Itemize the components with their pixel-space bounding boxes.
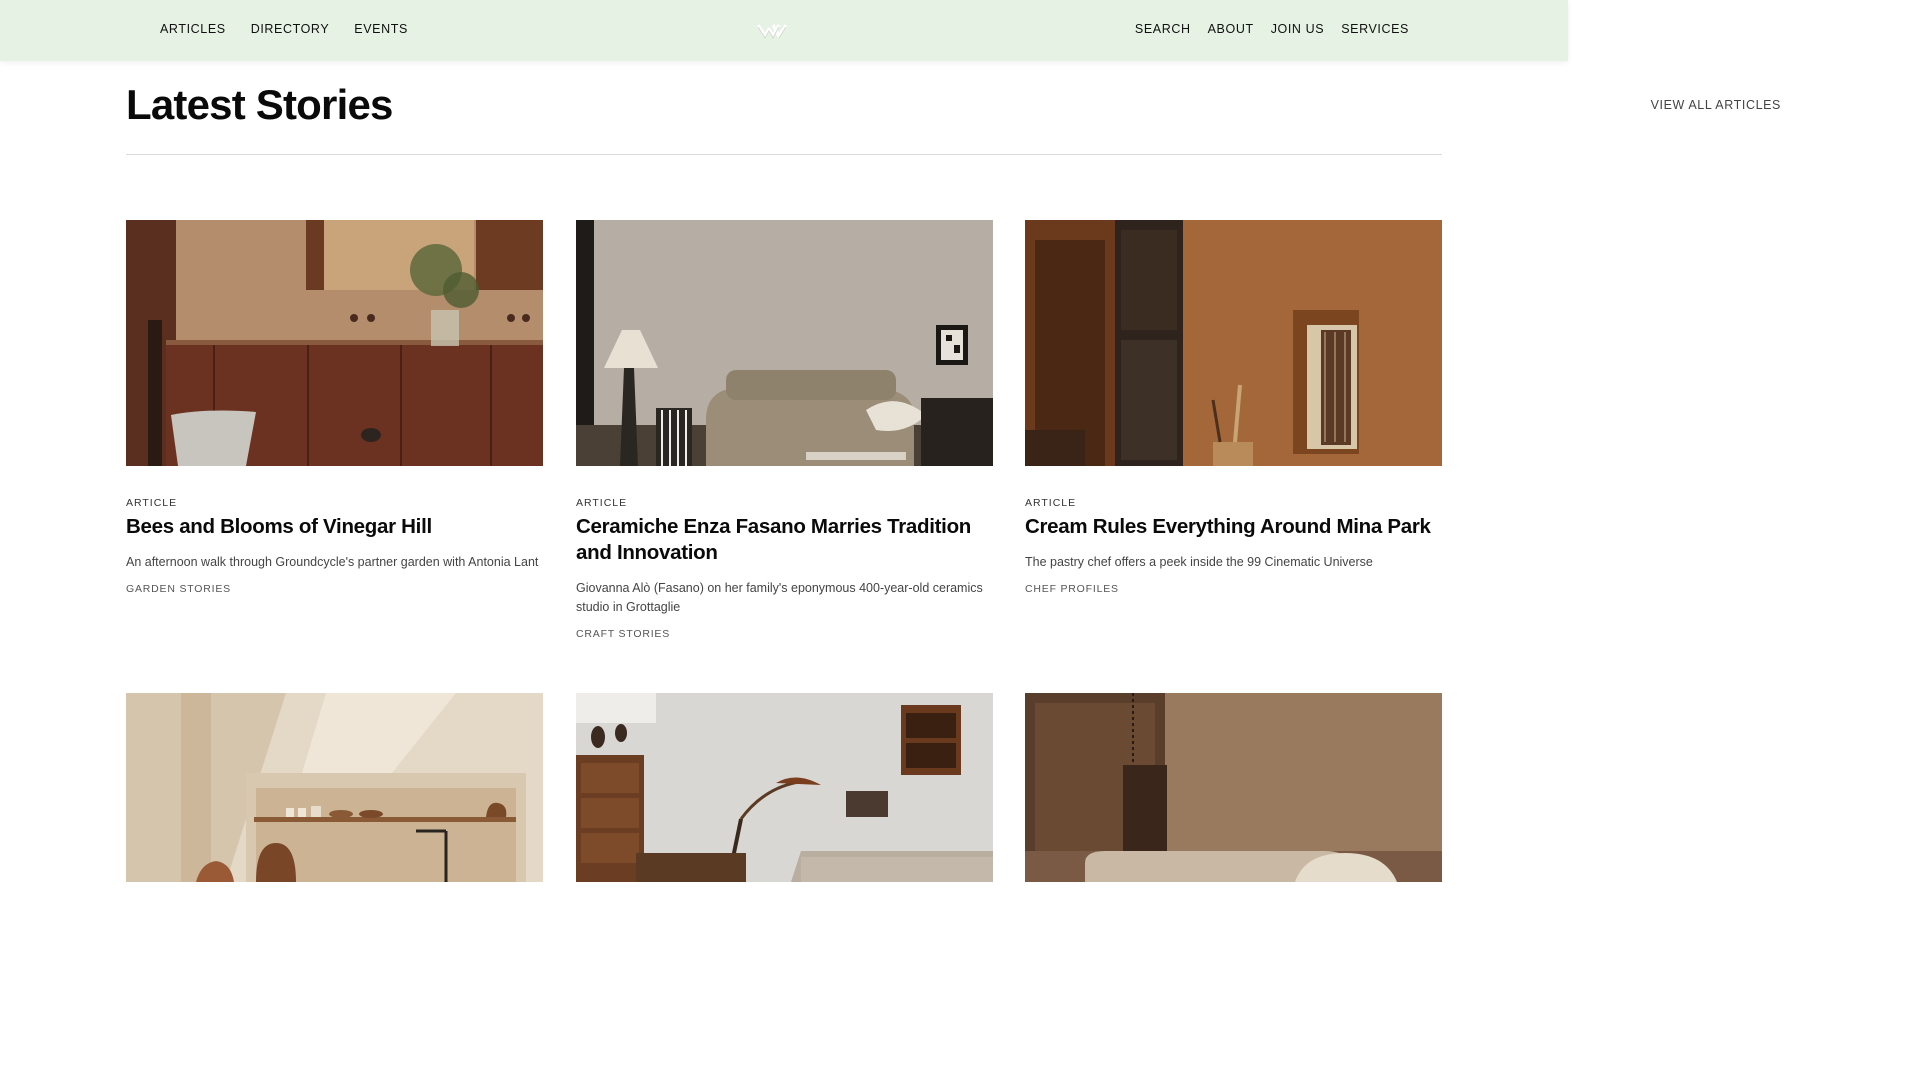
- nav-events[interactable]: EVENTS: [354, 22, 408, 36]
- w-logo-icon[interactable]: [756, 20, 788, 40]
- story-description: Giovanna Alò (Fasano) on her family's ep…: [576, 581, 983, 614]
- story-card[interactable]: [126, 693, 543, 913]
- story-category[interactable]: CRAFT STORIES: [576, 628, 993, 640]
- story-card[interactable]: [576, 693, 993, 913]
- top-navigation-bar: ARTICLES DIRECTORY EVENTS SEARCH ABOUT J…: [0, 0, 1568, 61]
- story-description: An afternoon walk through Groundcycle's …: [126, 555, 539, 569]
- section-divider: [126, 154, 1442, 155]
- secondary-nav: SEARCH ABOUT JOIN US SERVICES: [1118, 22, 1409, 36]
- story-title[interactable]: Cream Rules Everything Around Mina Park: [1025, 514, 1442, 540]
- story-card[interactable]: ARTICLE Ceramiche Enza Fasano Marries Tr…: [576, 220, 993, 640]
- story-kicker: ARTICLE: [126, 497, 178, 509]
- story-title[interactable]: Ceramiche Enza Fasano Marries Tradition …: [576, 514, 993, 566]
- page-title: Latest Stories: [126, 81, 393, 128]
- nav-articles[interactable]: ARTICLES: [160, 22, 226, 36]
- story-card[interactable]: [1025, 693, 1442, 913]
- nav-join-us[interactable]: JOIN US: [1271, 22, 1325, 36]
- story-card[interactable]: ARTICLE Bees and Blooms of Vinegar Hill …: [126, 220, 543, 595]
- story-title[interactable]: Bees and Blooms of Vinegar Hill: [126, 514, 543, 540]
- story-category[interactable]: GARDEN STORIES: [126, 583, 543, 595]
- nav-services[interactable]: SERVICES: [1341, 22, 1409, 36]
- story-image[interactable]: [126, 220, 543, 466]
- story-image[interactable]: [576, 220, 993, 466]
- story-image[interactable]: [1025, 693, 1442, 882]
- story-image[interactable]: [1025, 220, 1442, 466]
- story-kicker: ARTICLE: [1025, 497, 1077, 509]
- nav-about[interactable]: ABOUT: [1208, 22, 1254, 36]
- story-image[interactable]: [576, 693, 993, 882]
- story-card[interactable]: ARTICLE Cream Rules Everything Around Mi…: [1025, 220, 1442, 595]
- story-category[interactable]: CHEF PROFILES: [1025, 583, 1442, 595]
- view-all-articles-link[interactable]: VIEW ALL ARTICLES: [1651, 98, 1781, 112]
- primary-nav: ARTICLES DIRECTORY EVENTS: [160, 22, 433, 36]
- nav-search[interactable]: SEARCH: [1135, 22, 1191, 36]
- story-kicker: ARTICLE: [576, 497, 628, 509]
- story-image[interactable]: [126, 693, 543, 882]
- nav-directory[interactable]: DIRECTORY: [251, 22, 330, 36]
- viewport-edge: [0, 882, 1568, 891]
- story-description: The pastry chef offers a peek inside the…: [1025, 555, 1373, 569]
